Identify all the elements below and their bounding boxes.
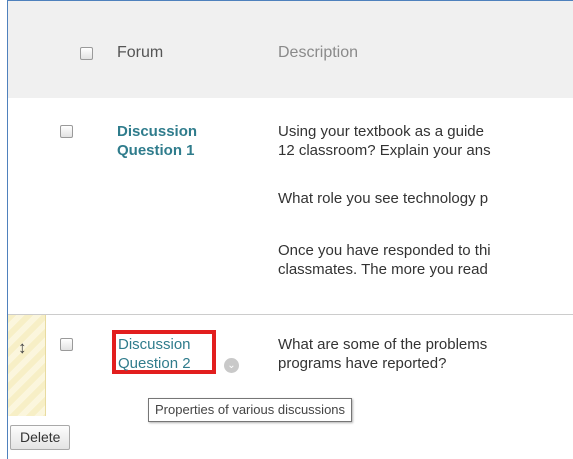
forum-link-line: Question 2 — [118, 355, 191, 372]
forum-link-line: Discussion — [117, 123, 198, 140]
context-menu-chevron-icon[interactable]: ⌄ — [224, 358, 239, 373]
description-line: What are some of the problems — [278, 336, 488, 353]
forum-link-line: Question 1 — [117, 142, 195, 159]
description-line: classmates. The more you read — [278, 261, 488, 278]
delete-button[interactable]: Delete — [10, 425, 71, 450]
drag-strip — [8, 315, 46, 416]
discussion-board-table: Forum Description Discussion Question 1 … — [7, 0, 573, 459]
select-all-checkbox[interactable] — [80, 47, 93, 60]
description-column-header[interactable]: Description — [278, 44, 358, 62]
description-line: Once you have responded to thi — [278, 242, 491, 259]
row-checkbox[interactable] — [60, 338, 73, 351]
row-description: What are some of the problems programs h… — [278, 335, 487, 373]
tooltip: Properties of various discussions — [148, 398, 353, 422]
row-description-footer: Once you have responded to thi classmate… — [278, 241, 491, 279]
forum-column-header[interactable]: Forum — [117, 44, 163, 62]
table-header: Forum Description — [8, 1, 573, 98]
forum-link-question-1[interactable]: Discussion Question 1 — [117, 122, 197, 160]
description-line: Using your textbook as a guide — [278, 123, 484, 140]
description-line: 12 classroom? Explain your ans — [278, 142, 491, 159]
description-line: What role you see technology p — [278, 190, 489, 207]
drag-handle-icon[interactable]: ↕ — [18, 338, 27, 358]
forum-link-line: Discussion — [118, 336, 191, 353]
description-line: programs have reported? — [278, 355, 447, 372]
forum-link-question-2[interactable]: Discussion Question 2 — [112, 330, 216, 374]
row-checkbox[interactable] — [60, 125, 73, 138]
row-description: Using your textbook as a guide 12 classr… — [278, 122, 491, 160]
table-row: Discussion Question 1 Using your textboo… — [8, 98, 573, 314]
